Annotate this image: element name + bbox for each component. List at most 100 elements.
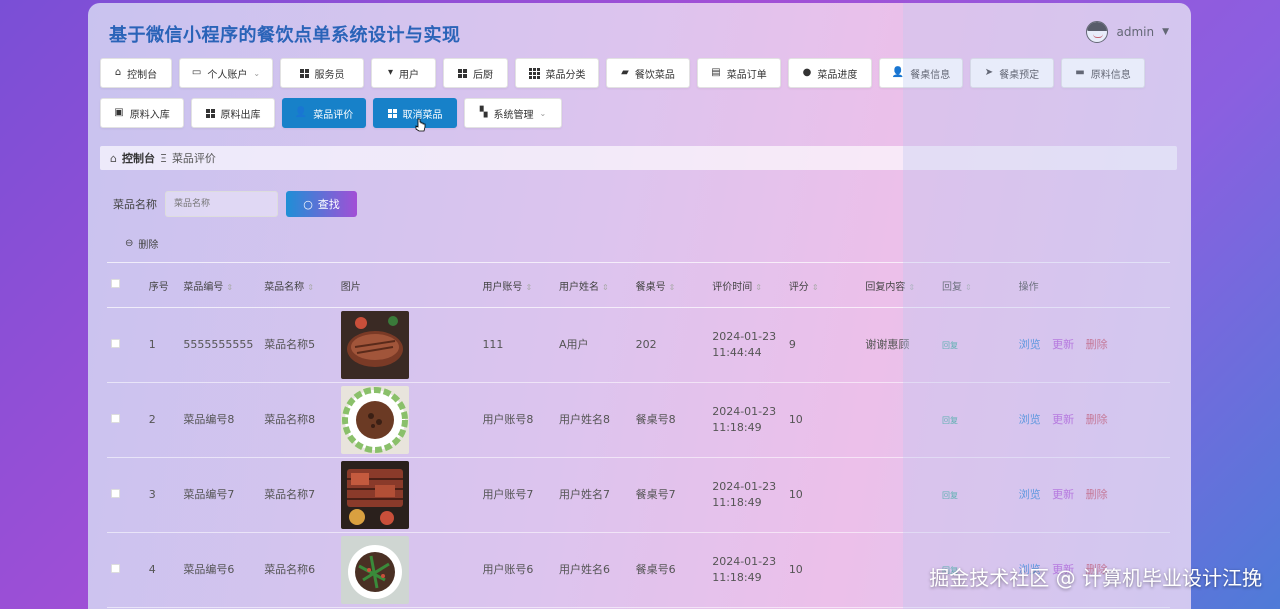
row-checkbox[interactable] (107, 532, 145, 608)
reply-button[interactable]: 回复 (942, 341, 958, 350)
col-table-no-label: 餐桌号 (635, 281, 666, 293)
cell-username: A用户 (555, 307, 632, 383)
food-image[interactable] (340, 536, 409, 604)
nav-dish-orders[interactable]: ▤ 菜品订单 (697, 58, 781, 88)
pin-icon: ● (802, 67, 812, 78)
user-menu[interactable]: admin ▼ (1086, 21, 1169, 43)
nav-label: 餐桌信息 (910, 69, 951, 81)
cell-name: 菜品名称7 (260, 457, 337, 533)
col-reply[interactable]: 回复 ⇕ (938, 262, 1015, 308)
grid-icon (387, 108, 397, 118)
ticket-icon: ▚ (479, 107, 488, 118)
sort-icon: ⇕ (908, 282, 916, 292)
cell-ops: 浏览 更新 删除 (1014, 457, 1170, 533)
food-image[interactable] (340, 461, 409, 529)
nav-label: 菜品分类 (545, 69, 586, 81)
review-table: 序号 菜品编号 ⇕ 菜品名称 ⇕ 图片 用户账号 ⇕ 用户姓名 ⇕ 餐桌号 ⇕ 评价时间 ⇕… (107, 262, 1170, 608)
nav-label: 原料入库 (129, 109, 170, 121)
nav-kitchen[interactable]: 后厨 (443, 58, 508, 88)
breadcrumb-home[interactable]: 控制台 (122, 150, 155, 166)
grid-icon (299, 68, 309, 78)
mouse-pointer-icon (415, 118, 426, 132)
wallet-icon: ▰ (621, 67, 629, 78)
col-username[interactable]: 用户姓名 ⇕ (555, 262, 632, 308)
nav-material-out[interactable]: 原料出库 (191, 98, 275, 128)
nav-material-info[interactable]: ▬ 原料信息 (1061, 58, 1145, 88)
view-button[interactable]: 浏览 (1019, 413, 1041, 426)
nav-dashboard[interactable]: ⌂ 控制台 (100, 58, 172, 88)
row-checkbox[interactable] (107, 457, 145, 533)
cell-image[interactable] (336, 532, 479, 608)
chevron-down-icon: ⌄ (253, 68, 261, 78)
nav-label: 服务员 (314, 69, 345, 81)
cell-image[interactable] (336, 457, 479, 533)
home-icon: ⌂ (114, 67, 122, 78)
sort-icon: ⇕ (965, 282, 972, 292)
nav-dish-category[interactable]: 菜品分类 (515, 58, 599, 88)
cell-image[interactable] (336, 382, 479, 458)
page-title: 基于微信小程序的餐饮点单系统设计与实现 (109, 25, 461, 46)
col-account[interactable]: 用户账号 ⇕ (478, 262, 556, 308)
minus-circle-icon: ⊖ (125, 238, 134, 249)
cell-image[interactable] (336, 307, 479, 383)
col-account-label: 用户账号 (482, 281, 523, 293)
row-checkbox[interactable] (107, 382, 145, 458)
nav-personal-account[interactable]: ▭ 个人账户 ⌄ (179, 58, 273, 88)
col-reply-content[interactable]: 回复内容 ⇕ (861, 262, 938, 308)
update-button[interactable]: 更新 (1052, 488, 1074, 501)
search-button-label: 查找 (317, 198, 340, 211)
search-button[interactable]: ○ 查找 (286, 191, 357, 217)
cell-username: 用户姓名6 (555, 532, 632, 608)
col-time[interactable]: 评价时间 ⇕ (708, 262, 785, 308)
view-button[interactable]: 浏览 (1019, 338, 1041, 351)
nav-table-booking[interactable]: ➤ 餐桌预定 (970, 58, 1054, 88)
cell-reply: 回复 (938, 457, 1015, 533)
view-button[interactable]: 浏览 (1019, 488, 1041, 501)
cell-reply: 回复 (938, 307, 1015, 383)
reply-button[interactable]: 回复 (942, 416, 958, 425)
delete-button[interactable]: 删除 (1086, 488, 1108, 501)
app-window: 基于微信小程序的餐饮点单系统设计与实现 admin ▼ ⌂ 控制台 ▭ 个人账户… (88, 3, 1191, 609)
search-input[interactable] (165, 191, 278, 217)
nav-user[interactable]: ▾ 用户 (371, 58, 436, 88)
col-code[interactable]: 菜品编号 ⇕ (179, 262, 261, 308)
username[interactable]: admin (1116, 25, 1154, 39)
col-index: 序号 (144, 262, 180, 308)
nav-dishes[interactable]: ▰ 餐饮菜品 (606, 58, 690, 88)
delete-button[interactable]: 删除 (1086, 338, 1108, 351)
cell-name: 菜品名称6 (260, 532, 337, 608)
nav-waiter[interactable]: 服务员 (280, 58, 364, 88)
nav-dish-progress[interactable]: ● 菜品进度 (788, 58, 872, 88)
grid-icon (458, 68, 467, 78)
food-image[interactable] (340, 311, 409, 379)
brush-icon: ▾ (387, 67, 394, 78)
nav-label: 控制台 (127, 69, 158, 81)
col-name[interactable]: 菜品名称 ⇕ (260, 262, 337, 308)
nav-label: 原料信息 (1090, 69, 1131, 81)
avatar[interactable] (1086, 21, 1109, 43)
select-all-checkbox[interactable] (107, 262, 145, 308)
sort-icon: ⇕ (811, 282, 819, 292)
card-icon: ▭ (191, 67, 202, 78)
col-score[interactable]: 评分 ⇕ (784, 262, 862, 308)
food-image[interactable] (340, 386, 409, 454)
batch-delete-button[interactable]: ⊖ 删除 (125, 236, 158, 251)
delete-button[interactable]: 删除 (1086, 413, 1108, 426)
batch-delete-label: 删除 (138, 240, 159, 251)
search-label: 菜品名称 (113, 198, 157, 211)
update-button[interactable]: 更新 (1052, 338, 1074, 351)
table-header-row: 序号 菜品编号 ⇕ 菜品名称 ⇕ 图片 用户账号 ⇕ 用户姓名 ⇕ 餐桌号 ⇕ 评价时间 ⇕… (107, 262, 1170, 308)
nav-dish-review[interactable]: 👤 菜品评价 (282, 98, 366, 128)
nav-system-admin[interactable]: ▚ 系统管理 ⌄ (464, 98, 562, 128)
cell-table-no: 202 (631, 307, 709, 383)
cell-index: 2 (144, 382, 180, 458)
reply-button[interactable]: 回复 (942, 491, 958, 500)
col-table-no[interactable]: 餐桌号 ⇕ (631, 262, 709, 308)
caret-down-icon: ▼ (1162, 27, 1169, 37)
nav-table-info[interactable]: 👤 餐桌信息 (879, 58, 963, 88)
col-reply-label: 回复 (942, 281, 962, 293)
user-icon: 👤 (294, 107, 308, 118)
row-checkbox[interactable] (107, 307, 145, 383)
nav-material-in[interactable]: ▣ 原料入库 (100, 98, 184, 128)
update-button[interactable]: 更新 (1052, 413, 1074, 426)
